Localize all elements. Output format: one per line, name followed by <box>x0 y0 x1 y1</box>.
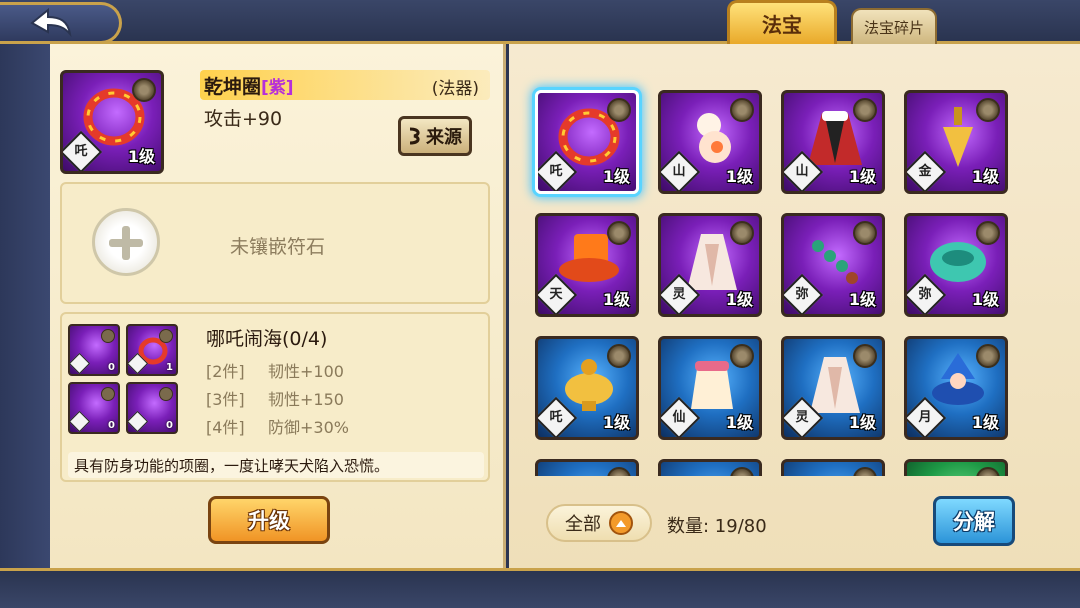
gear-icon <box>853 467 877 476</box>
inventory-panel: 吒 1级山 1级山 1级金 1级天 1级灵 1级弥 1级弥 1级吒 1级仙 1级灵 1级月 1级 全部 … <box>509 44 1080 568</box>
level-label: 1级 <box>602 413 630 432</box>
inventory-item[interactable] <box>781 459 885 476</box>
gear-icon <box>853 221 877 245</box>
category-badge <box>70 410 91 432</box>
inventory-item[interactable]: 灵 1级 <box>781 336 885 440</box>
gear-icon <box>159 387 173 401</box>
filter-button[interactable]: 全部 <box>546 504 652 542</box>
inventory-item[interactable]: 金 1级 <box>904 90 1008 194</box>
set-item-count: 0 <box>108 362 115 373</box>
level-label: 1级 <box>725 167 753 186</box>
set-bonus-line: [3件] 韧性+150 <box>206 390 344 409</box>
source-button[interactable]: 来源 <box>398 116 472 156</box>
inventory-item[interactable]: 灵 1级 <box>658 213 762 317</box>
tab-treasure-fragments[interactable]: 法宝碎片 <box>851 8 937 44</box>
inventory-item[interactable]: 山 1级 <box>781 90 885 194</box>
inventory-item[interactable]: 天 1级 <box>535 213 639 317</box>
set-bonus-line: [2件] 韧性+100 <box>206 362 344 381</box>
gear-icon <box>101 329 115 343</box>
inventory-item[interactable]: 弥 1级 <box>781 213 885 317</box>
inventory-item[interactable] <box>535 459 639 476</box>
set-bonus-box: 0 1 0 0 哪吒闹海(0/4) [2件] 韧性+100 [3件] 韧性+150 … <box>60 312 490 482</box>
gear-icon <box>976 344 1000 368</box>
left-frame <box>0 44 50 568</box>
level-label: 1级 <box>127 147 155 166</box>
level-label: 1级 <box>848 290 876 309</box>
set-item-4[interactable]: 0 <box>126 382 178 434</box>
level-label: 1级 <box>725 290 753 309</box>
level-label: 1级 <box>602 290 630 309</box>
category-badge <box>70 352 91 374</box>
rune-slot-area: 未镶嵌符石 <box>60 182 490 304</box>
selected-treasure-card[interactable]: 吒 1级 <box>60 70 164 174</box>
level-label: 1级 <box>971 413 999 432</box>
category-badge <box>128 410 149 432</box>
gear-icon <box>607 467 631 476</box>
inventory-item[interactable]: 弥 1级 <box>904 213 1008 317</box>
treasure-description: 具有防身功能的项圈，一度让哮天犬陷入恐慌。 <box>68 452 484 478</box>
gear-icon <box>730 98 754 122</box>
level-label: 1级 <box>971 290 999 309</box>
inventory-item[interactable] <box>904 459 1008 476</box>
set-item-count: 0 <box>166 420 173 431</box>
gear-icon <box>607 344 631 368</box>
add-rune-button[interactable] <box>92 208 160 276</box>
level-label: 1级 <box>602 167 630 186</box>
treasure-detail-panel: 吒 1级 乾坤圈[紫] (法器) 攻击+90 来源 未镶嵌符石 0 1 0 0 … <box>50 44 506 568</box>
gear-icon <box>976 98 1000 122</box>
gear-icon <box>159 329 173 343</box>
chevron-up-icon <box>609 511 633 535</box>
treasure-name: 乾坤圈[紫] <box>204 76 294 98</box>
gear-icon <box>101 387 115 401</box>
inventory-item[interactable]: 吒 1级 <box>535 336 639 440</box>
tab-treasure[interactable]: 法宝 <box>727 0 837 44</box>
inventory-item[interactable]: 仙 1级 <box>658 336 762 440</box>
gear-icon <box>730 467 754 476</box>
set-bonus-line: [4件] 防御+30% <box>206 418 349 437</box>
gear-icon <box>853 98 877 122</box>
level-label: 1级 <box>971 167 999 186</box>
attack-stat: 攻击+90 <box>204 108 283 130</box>
gear-icon <box>976 221 1000 245</box>
set-item-1[interactable]: 0 <box>68 324 120 376</box>
inventory-count: 数量: 19/80 <box>667 516 767 537</box>
set-title: 哪吒闹海(0/4) <box>206 328 328 350</box>
gear-icon <box>853 344 877 368</box>
inventory-grid: 吒 1级山 1级山 1级金 1级天 1级灵 1级弥 1级弥 1级吒 1级仙 1级灵 1级月 1级 <box>509 74 1080 476</box>
level-label: 1级 <box>848 413 876 432</box>
back-arrow-icon <box>30 8 72 38</box>
decompose-button[interactable]: 分解 <box>933 496 1015 546</box>
inventory-item[interactable] <box>658 459 762 476</box>
gear-icon <box>607 221 631 245</box>
level-label: 1级 <box>848 167 876 186</box>
upgrade-button[interactable]: 升级 <box>208 496 330 544</box>
gear-icon <box>730 344 754 368</box>
rune-empty-label: 未镶嵌符石 <box>230 236 326 258</box>
gear-icon <box>607 98 631 122</box>
inventory-item[interactable]: 月 1级 <box>904 336 1008 440</box>
set-item-count: 1 <box>166 362 173 373</box>
inventory-item[interactable]: 吒 1级 <box>535 90 639 194</box>
gear-icon <box>132 78 156 102</box>
set-item-2[interactable]: 1 <box>126 324 178 376</box>
gear-icon <box>976 467 1000 476</box>
level-label: 1级 <box>725 413 753 432</box>
back-button[interactable] <box>0 2 122 44</box>
bottom-bar <box>0 568 1080 608</box>
set-item-3[interactable]: 0 <box>68 382 120 434</box>
inventory-item[interactable]: 山 1级 <box>658 90 762 194</box>
quality-label: [紫] <box>261 78 294 98</box>
treasure-type: (法器) <box>431 79 479 99</box>
gear-icon <box>730 221 754 245</box>
swirl-icon <box>409 127 420 145</box>
set-item-count: 0 <box>108 420 115 431</box>
